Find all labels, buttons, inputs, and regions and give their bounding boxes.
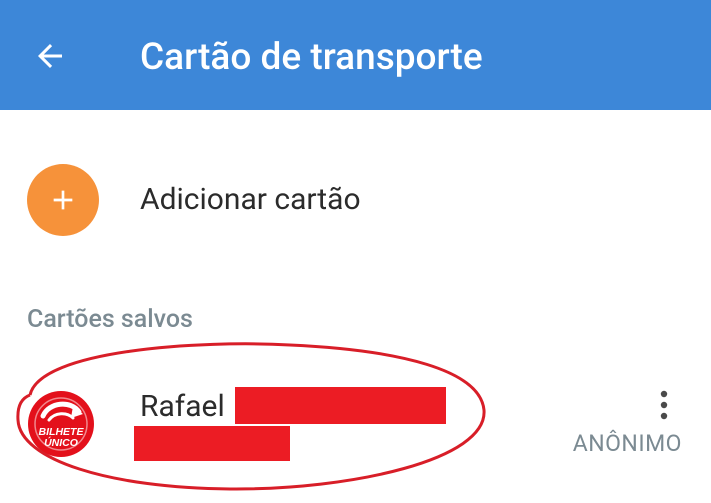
add-card-label: Adicionar cartão: [140, 182, 361, 217]
more-vertical-icon: [660, 390, 668, 420]
back-button[interactable]: [22, 28, 78, 84]
bilhete-unico-logo: BILHETE ÚNICO: [28, 391, 94, 457]
redaction-box: [134, 426, 290, 461]
redaction-box: [235, 387, 446, 424]
add-card-button[interactable]: Adicionar cartão: [0, 150, 711, 250]
card-holder-name: Rafael: [140, 389, 225, 424]
app-bar: Cartão de transporte: [0, 0, 711, 110]
card-type-label: ANÔNIMO: [572, 430, 682, 457]
add-card-circle: [27, 164, 99, 236]
arrow-left-icon: [38, 44, 62, 68]
plus-icon: [53, 190, 73, 210]
card-options-button[interactable]: [648, 387, 680, 423]
saved-cards-header: Cartões salvos: [27, 305, 193, 334]
saved-card-item[interactable]: BILHETE ÚNICO Rafael ANÔNIMO: [0, 365, 711, 480]
page-title: Cartão de transporte: [140, 36, 483, 79]
logo-text-line2: ÚNICO: [44, 436, 78, 449]
